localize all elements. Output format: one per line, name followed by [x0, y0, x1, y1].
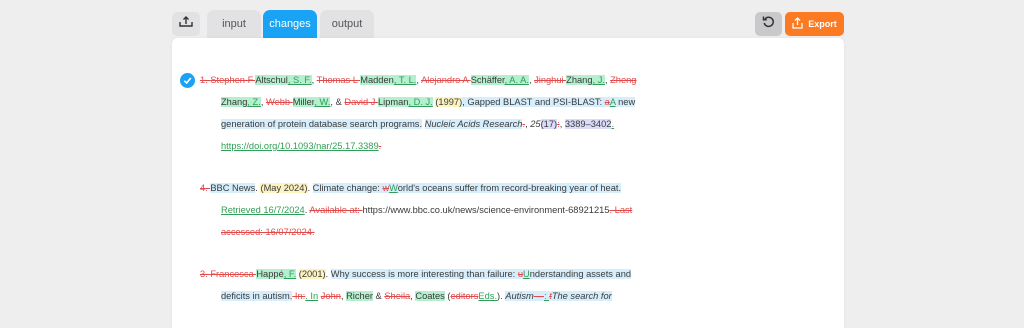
reference-line: 1. Stephen F Altschul, S. F., Thomas L M…	[200, 71, 670, 93]
text-segment: Happé	[256, 269, 284, 279]
text-segment: accessed: 16/07/2024.	[221, 227, 315, 237]
text-segment: https://doi.org/10.1093/nar/25.17.3389	[221, 141, 379, 151]
text-segment: .	[611, 119, 615, 129]
text-segment: Zheng	[610, 75, 637, 85]
reference-entry[interactable]: 1. Stephen F Altschul, S. F., Thomas L M…	[200, 71, 670, 159]
return-icon	[179, 15, 193, 33]
text-segment: , D. J.	[408, 97, 433, 107]
text-segment: .	[307, 183, 313, 193]
tab-output[interactable]: output	[320, 10, 374, 38]
text-segment: Lipman	[377, 97, 409, 107]
text-segment: , A. A.	[504, 75, 529, 85]
text-segment: Richer	[346, 291, 373, 301]
text-segment: In:	[292, 291, 306, 301]
text-segment: The search for	[551, 291, 612, 301]
check-circle-icon[interactable]	[180, 73, 195, 88]
text-segment: nderstanding assets and	[529, 269, 632, 279]
text-segment: Climate change:	[312, 183, 383, 193]
text-segment: , &	[330, 97, 345, 107]
text-segment: Stephen F	[210, 75, 256, 85]
text-segment: BBC News	[210, 183, 256, 193]
reference-line: https://doi.org/10.1093/nar/25.17.3389.	[200, 137, 670, 159]
text-segment: Alejandro A	[421, 75, 471, 85]
text-segment: . In	[305, 291, 319, 301]
reference-line: 3. Francesca Happé, F. (2001). Why succe…	[200, 265, 670, 287]
text-segment: Miller	[292, 97, 315, 107]
text-segment: . Last	[609, 205, 633, 215]
text-segment: Webb	[265, 97, 293, 107]
text-segment: 4.	[200, 183, 211, 193]
text-segment: Available at:	[309, 205, 363, 215]
text-segment: , T. L.	[393, 75, 417, 85]
tab-input[interactable]: input	[207, 10, 261, 38]
text-segment: , F.	[283, 269, 297, 279]
text-segment: (May 2024)	[260, 183, 308, 193]
text-segment: , S. F.	[287, 75, 312, 85]
text-segment: , J.	[592, 75, 605, 85]
reference-entry[interactable]: 3. Francesca Happé, F. (2001). Why succe…	[200, 265, 670, 309]
text-segment: , W.	[314, 97, 331, 107]
export-button[interactable]: Export	[785, 12, 844, 36]
text-segment: Autism	[505, 291, 534, 301]
text-segment: A	[609, 97, 616, 107]
text-segment: (17)	[540, 119, 558, 129]
export-label: Export	[808, 19, 837, 29]
text-segment: Francesca	[210, 269, 257, 279]
text-segment: Thomas L	[316, 75, 361, 85]
text-segment: (2001)	[298, 269, 326, 279]
share-icon	[792, 17, 803, 31]
text-segment: Why success is more interesting than fai…	[330, 269, 518, 279]
text-segment: W	[389, 183, 398, 193]
reference-line: generation of protein database search pr…	[200, 115, 670, 137]
text-segment: 1.	[200, 75, 211, 85]
undo-button[interactable]	[755, 12, 782, 36]
text-segment: new	[615, 97, 636, 107]
text-segment: 25	[530, 119, 541, 129]
text-segment: Eds.	[478, 291, 498, 301]
text-segment: https://www.bbc.co.uk/news/science-envir…	[362, 205, 610, 215]
reference-line: Retrieved 16/7/2024. Available at: https…	[200, 201, 670, 223]
text-segment: Coates	[415, 291, 445, 301]
reference-entry[interactable]: 4. BBC News. (May 2024). Climate change:…	[200, 179, 670, 245]
text-segment: 3389–3402	[564, 119, 612, 129]
text-segment: Retrieved 16/7/2024	[221, 205, 305, 215]
text-segment: Sheila	[384, 291, 411, 301]
reference-line: accessed: 16/07/2024.	[200, 223, 670, 245]
text-segment: generation of protein database search pr…	[221, 119, 423, 129]
text-segment: Zhang	[566, 75, 593, 85]
text-segment: &	[372, 291, 385, 301]
text-segment: Jinghui	[534, 75, 567, 85]
text-segment: (1997)	[435, 97, 463, 107]
reference-line: Zhang, Z., Webb Miller, W., & David J Li…	[200, 93, 670, 115]
undo-icon	[762, 15, 775, 33]
text-segment: U	[523, 269, 530, 279]
text-segment: 3.	[200, 269, 211, 279]
text-segment: –	[533, 291, 545, 301]
text-segment: editors	[450, 291, 479, 301]
text-segment: David J	[344, 97, 378, 107]
text-segment: Nucleic Acids Research	[424, 119, 523, 129]
text-segment: deficits in autism.	[221, 291, 293, 301]
text-segment: Madden	[360, 75, 394, 85]
back-button[interactable]	[172, 12, 200, 36]
text-segment: , Z.	[247, 97, 261, 107]
text-segment: orld's oceans suffer from record-breakin…	[397, 183, 622, 193]
tab-changes[interactable]: changes	[263, 10, 317, 38]
text-segment: .	[378, 141, 382, 151]
text-segment: , Gapped BLAST and PSI-BLAST:	[462, 97, 605, 107]
text-segment: Altschul	[255, 75, 288, 85]
reference-line: 4. BBC News. (May 2024). Climate change:…	[200, 179, 670, 201]
toolbar: input changes output Export	[0, 0, 1024, 40]
reference-line: deficits in autism. In:. In John, Richer…	[200, 287, 670, 309]
text-segment: Schäffer	[470, 75, 505, 85]
text-segment: Zhang	[221, 97, 248, 107]
text-segment: John	[320, 291, 341, 301]
